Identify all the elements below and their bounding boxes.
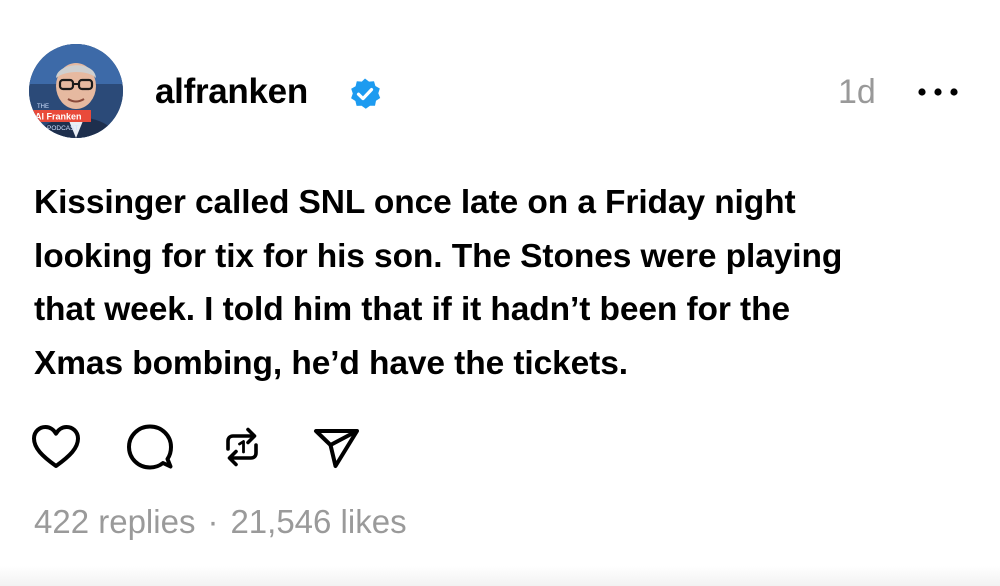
share-icon (314, 429, 359, 468)
comment-icon (127, 424, 173, 470)
repost-button[interactable] (214, 419, 270, 475)
reply-button[interactable] (122, 419, 178, 475)
replies-count[interactable]: 422 replies (34, 500, 195, 544)
post-text: Kissinger called SNL once late on a Frid… (34, 184, 843, 382)
post-stats: 422 replies · 21,546 likes (34, 500, 407, 544)
share-button[interactable] (308, 419, 364, 475)
username[interactable]: alfranken (155, 72, 308, 112)
likes-count[interactable]: 21,546 likes (230, 500, 406, 544)
repost-icon (226, 427, 258, 467)
heart-icon (32, 425, 80, 468)
avatar-text-top: THE (37, 104, 49, 110)
like-button[interactable] (28, 419, 84, 475)
threads-post: THE Al Franken PODCAST alfranken 1d Kiss… (0, 0, 1000, 586)
bottom-divider (0, 566, 1000, 586)
avatar[interactable]: THE Al Franken PODCAST (29, 44, 123, 138)
avatar-image: THE Al Franken PODCAST (29, 44, 123, 138)
verified-badge-icon (351, 78, 381, 109)
stats-separator: · (207, 503, 219, 540)
post-timestamp: 1d (838, 73, 876, 111)
avatar-text-main: Al Franken (35, 112, 82, 122)
more-options-icon[interactable] (913, 80, 963, 104)
avatar-text-bottom: PODCAST (47, 125, 78, 132)
